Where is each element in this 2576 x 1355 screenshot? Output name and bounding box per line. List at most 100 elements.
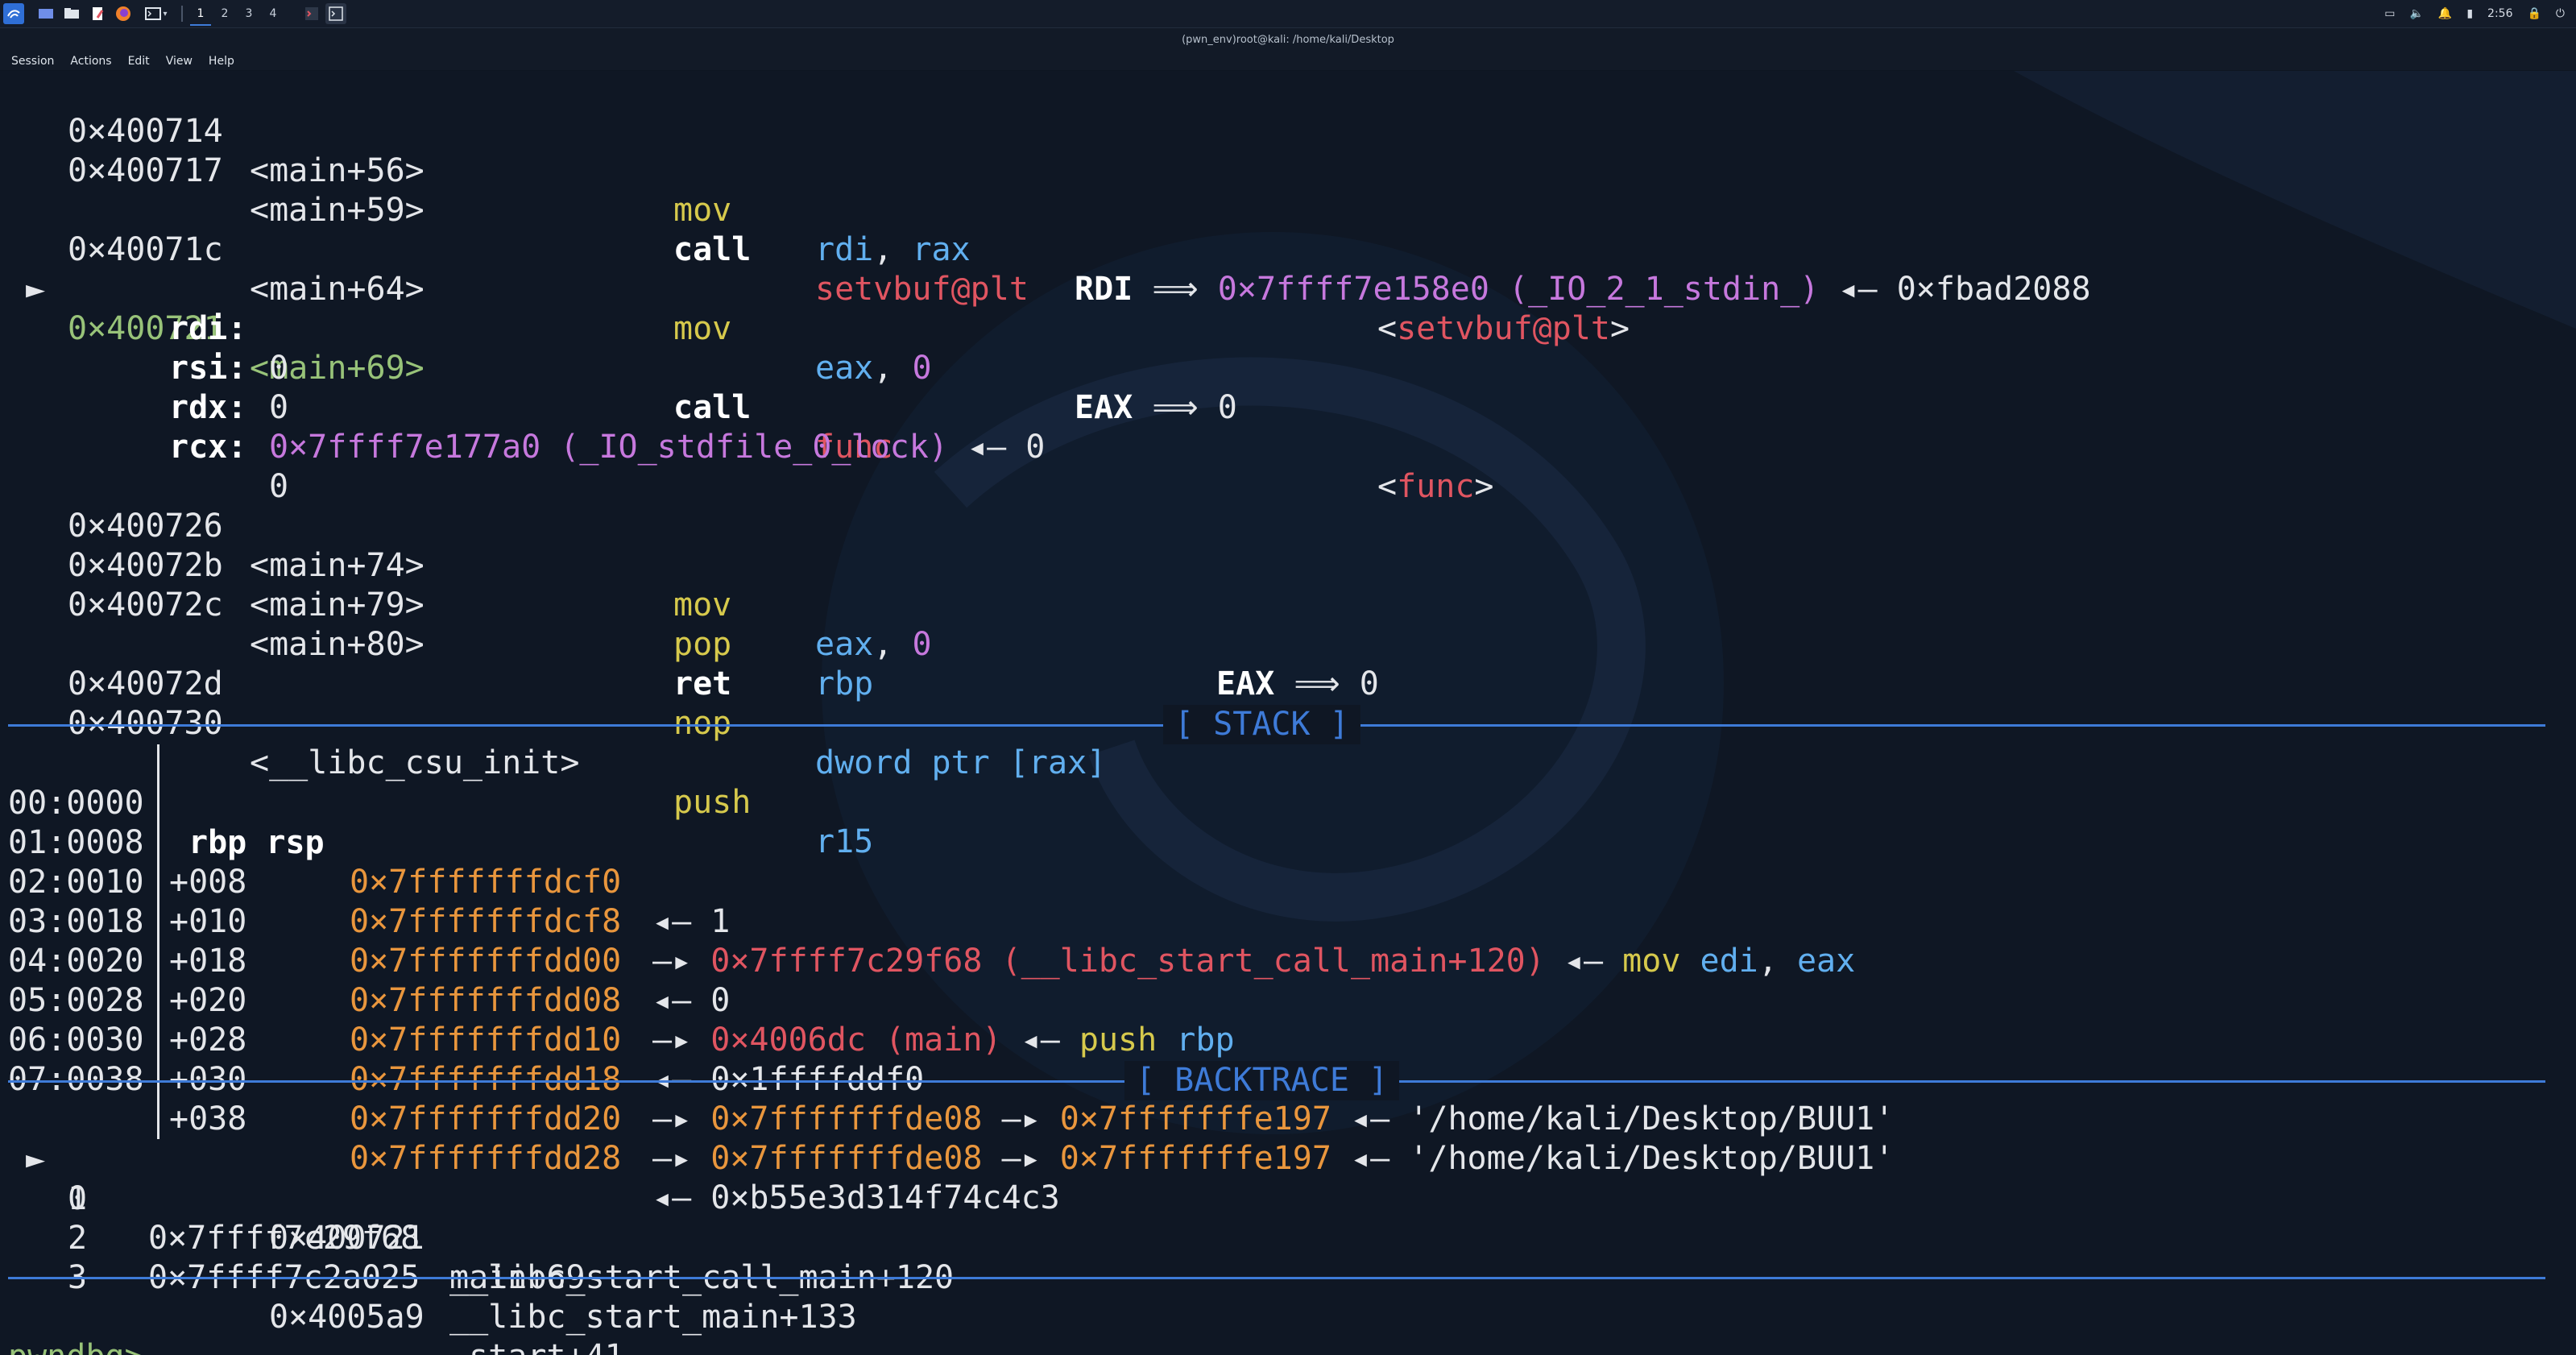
backtrace-row: ► 0 0×400721 main+69 <box>0 1100 586 1296</box>
menu-actions[interactable]: Actions <box>70 52 111 70</box>
disasm-symbol: <main+59> <box>250 192 425 229</box>
stack-value: ◂— 0×b55e3d314f74c4c3 <box>652 1179 1060 1216</box>
terminal-output[interactable]: 0×400714 <main+56> mov rdi, rax RDI ⟹ 0×… <box>0 71 2576 1355</box>
stack-row: 02:0010 +010 0×7fffffffdd00 ◂— 0 <box>0 823 730 1019</box>
kali-menu-icon[interactable] <box>3 3 24 24</box>
stack-offset: +008 <box>169 864 247 901</box>
call-arg-name: rdx: <box>169 389 247 426</box>
stack-registers: rbp rsp <box>188 824 325 861</box>
call-arg-line: rdx: 0×7ffff7e177a0 (_IO_stdfile_0_lock)… <box>0 349 1045 466</box>
stack-address: 0×7fffffffdd08 <box>350 982 622 1019</box>
stack-value: ◂— 0 <box>652 982 731 1019</box>
stack-address: 0×7fffffffdcf0 <box>350 864 622 901</box>
display-icon[interactable]: ▭ <box>2384 7 2395 20</box>
call-arg-value: 0×7ffff7e177a0 (_IO_stdfile_0_lock) ◂— 0 <box>269 429 1046 466</box>
backtrace-row: 3 0×4005a9 _start+41 <box>0 1219 624 1355</box>
volume-icon[interactable]: 🔈 <box>2409 7 2423 20</box>
prompt-separator <box>8 1277 2545 1279</box>
window-titlebar: (pwn_env)root@kali: /home/kali/Desktop <box>0 28 2576 52</box>
stack-address: 0×7fffffffdd10 <box>350 1021 622 1059</box>
stack-offset: +038 <box>169 1100 247 1137</box>
disasm-operand: r15 <box>815 823 874 860</box>
workspace-4[interactable]: 4 <box>263 3 284 24</box>
stack-value: ◂— 1 <box>652 903 731 940</box>
disasm-symbol: <main+64> <box>250 271 425 308</box>
stack-row: 00:0000 rbp rsp 0×7fffffffdcf0 ◂— 1 <box>0 744 730 940</box>
disasm-opcode: pop <box>673 626 732 663</box>
call-arg-name: rdi: <box>169 310 247 347</box>
stack-value: —▸ 0×7fffffffde08 —▸ 0×7fffffffe197 ◂— '… <box>652 1100 1895 1137</box>
call-arg-value: 0 <box>269 468 289 505</box>
stack-offset: +028 <box>169 1021 247 1059</box>
disasm-line: 0×400730 <__libc_csu_init> push r15 <box>0 665 873 860</box>
stack-offset: +018 <box>169 943 247 980</box>
chevron-down-icon[interactable]: ▾ <box>163 10 167 19</box>
disasm-symbol: <main+80> <box>250 626 425 663</box>
command-prompt[interactable]: pwndbg> si <box>0 1298 144 1355</box>
menu-session[interactable]: Session <box>11 52 54 70</box>
call-arg-line: rdi: 0 <box>0 270 288 387</box>
disasm-symbol: <main+79> <box>250 586 425 624</box>
menu-view[interactable]: View <box>166 52 193 70</box>
frame-symbol: __libc_start_main+133 <box>449 1299 857 1336</box>
disasm-symbol: <main+56> <box>250 152 425 189</box>
frame-address: 0×7ffff7c29f68 <box>148 1220 420 1257</box>
disasm-operand: eax, 0 <box>815 626 932 663</box>
stack-section-title: [ STACK ] <box>1163 705 1360 744</box>
terminal-icon[interactable]: ▾ <box>139 3 174 24</box>
backtrace-row: 2 0×7ffff7c2a025 __libc_start_main+133 <box>0 1179 857 1336</box>
stack-row: 06:0030 +030 0×7fffffffdd20 —▸ 0×7ffffff… <box>0 981 1894 1177</box>
disasm-opcode: call <box>673 231 752 268</box>
system-tray: ▭ 🔈 🔔 ▮ 2:56 🔒 ⏻ <box>2384 3 2565 24</box>
backtrace-row: 1 0×7ffff7c29f68 __libc_start_call_main+… <box>0 1140 954 1296</box>
stack-address: 0×7fffffffdcf8 <box>350 903 622 940</box>
disasm-opcode: mov <box>673 586 732 624</box>
stack-row: 03:0018 +018 0×7fffffffdd08 —▸ 0×4006dc … <box>0 863 1235 1059</box>
disasm-line: 0×400726 <main+74> mov eax, 0 EAX ⟹ 0 <box>0 467 1379 702</box>
disasm-address: 0×400717 <box>68 152 223 189</box>
disasm-address: 0×40072c <box>68 586 223 624</box>
power-icon[interactable]: ⏻ <box>2556 7 2565 20</box>
backtrace-section-title: [ BACKTRACE ] <box>1124 1061 1400 1100</box>
disasm-opcode: ret <box>673 665 732 702</box>
text-editor-icon[interactable] <box>87 3 108 24</box>
disasm-line: 0×40072d nop dword ptr [rax] <box>0 625 1106 781</box>
workspace-2[interactable]: 2 <box>214 3 235 24</box>
stack-address: 0×7fffffffdd20 <box>350 1100 622 1137</box>
stack-value: —▸ 0×7fffffffde08 —▸ 0×7fffffffe197 ◂— '… <box>652 1140 1895 1177</box>
call-arg-value: 0 <box>269 350 289 387</box>
disasm-symbol: <__libc_csu_init> <box>250 744 580 781</box>
call-arg-line: rsi: 0 <box>0 309 288 426</box>
stack-row: 07:0038 +038 0×7fffffffdd28 ◂— 0×b55e3d3… <box>0 1021 1060 1216</box>
workspace-3[interactable]: 3 <box>238 3 259 24</box>
taskbar-app-active-terminal-icon[interactable] <box>325 3 346 24</box>
lock-icon[interactable]: 🔒 <box>2527 7 2541 20</box>
disasm-address: 0×400726 <box>68 508 223 545</box>
battery-icon[interactable]: ▮ <box>2466 7 2473 20</box>
file-manager-icon[interactable] <box>61 3 82 24</box>
taskbar-app-terminal-icon[interactable] <box>301 3 322 24</box>
menu-edit[interactable]: Edit <box>128 52 150 70</box>
clock[interactable]: 2:56 <box>2487 7 2512 20</box>
disasm-address: 0×400714 <box>68 113 223 150</box>
desktop-icon[interactable] <box>35 3 56 24</box>
stack-value: —▸ 0×7ffff7c29f68 (__libc_start_call_mai… <box>652 943 1856 980</box>
disasm-line: 0×400717 <main+59> call setvbuf@plt <set… <box>0 112 1630 347</box>
stack-address: 0×7fffffffdd00 <box>350 943 622 980</box>
disasm-address: 0×40071c <box>68 231 223 268</box>
stack-row: 01:0008 +008 0×7fffffffdcf8 —▸ 0×7ffff7c… <box>0 784 1855 980</box>
stack-offset: +010 <box>169 903 247 940</box>
disasm-current-line: ► 0×400721 <main+69> call func <func> <box>0 230 1494 505</box>
taskbar-divider <box>181 6 183 22</box>
menu-help[interactable]: Help <box>209 52 234 70</box>
disasm-symbol: <main+74> <box>250 547 425 584</box>
disasm-opcode: mov <box>673 310 732 347</box>
call-arg-value: 0 <box>269 389 289 426</box>
workspace-1[interactable]: 1 <box>190 3 211 26</box>
notification-icon[interactable]: 🔔 <box>2438 7 2452 20</box>
firefox-icon[interactable] <box>113 3 134 24</box>
disasm-opcode: mov <box>673 192 732 229</box>
disasm-line: 0×40072c <main+80> ret <box>0 546 731 702</box>
call-arg-name: rsi: <box>169 350 247 387</box>
menu-bar: Session Actions Edit View Help <box>0 52 2576 70</box>
